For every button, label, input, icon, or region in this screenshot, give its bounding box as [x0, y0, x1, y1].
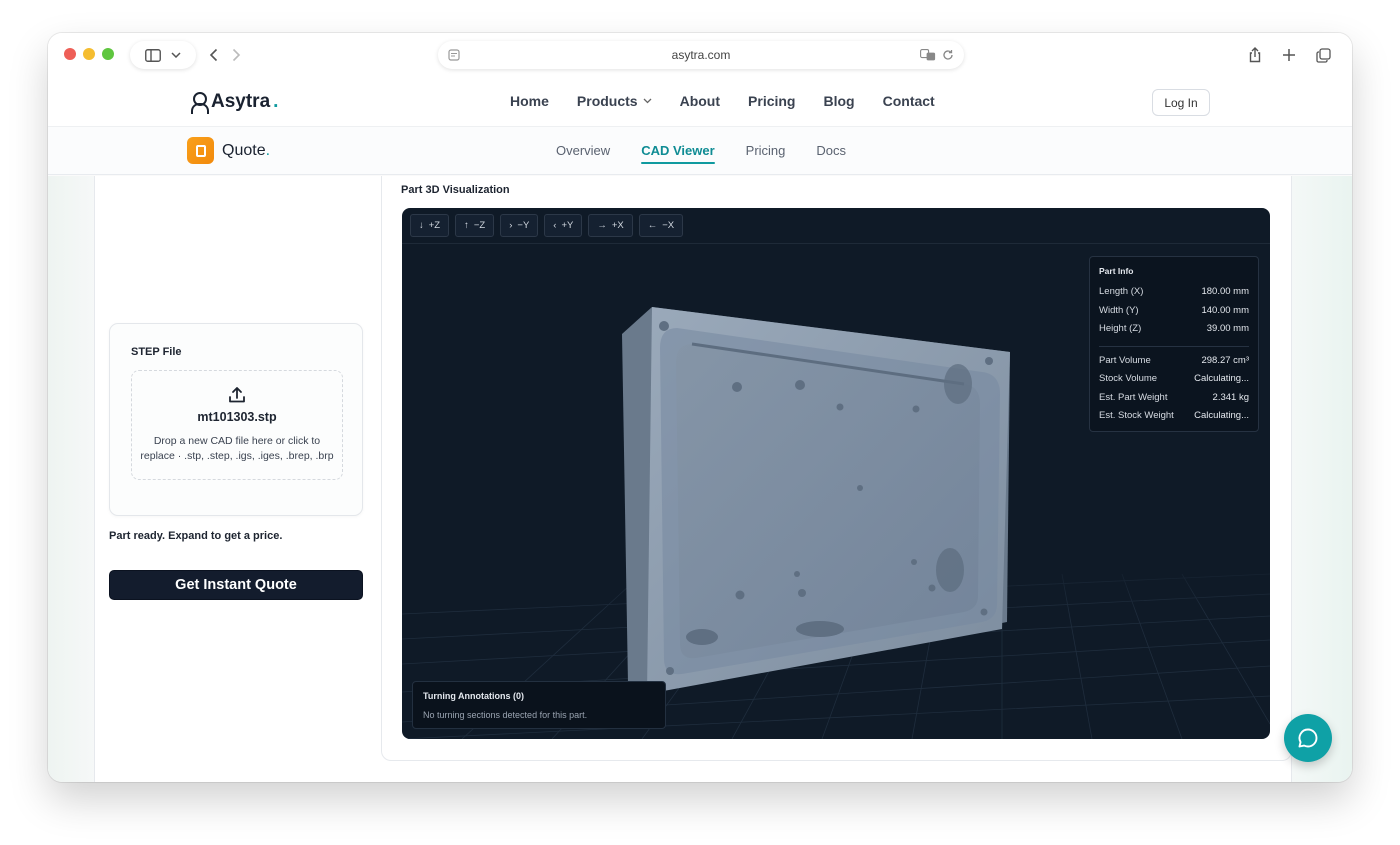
- forward-arrow-icon[interactable]: [232, 48, 241, 62]
- brand-name: Asytra: [211, 91, 271, 112]
- dropzone-help-text: Drop a new CAD file here or click to rep…: [140, 435, 334, 462]
- chevron-down-icon: [643, 98, 652, 104]
- info-row: Width (Y) 140.00 mm: [1099, 304, 1249, 316]
- view-plus-z-button[interactable]: ↓ +Z: [410, 214, 450, 237]
- file-dropzone[interactable]: mt101303.stp Drop a new CAD file here or…: [131, 370, 343, 480]
- minimize-window-button[interactable]: [83, 48, 95, 60]
- cad-viewer[interactable]: ↓ +Z ↑ −Z › −Y ‹ +Y → +X ← −X Part Info …: [402, 208, 1270, 739]
- step-file-card: STEP File mt101303.stp Drop a new CAD fi…: [109, 323, 363, 516]
- divider: [1099, 345, 1249, 347]
- browser-toolbar: asytra.com: [48, 33, 1352, 79]
- brand-logo[interactable]: Asytra.: [190, 91, 278, 114]
- tab-overview[interactable]: Overview: [556, 143, 610, 158]
- info-row: Length (X) 180.00 mm: [1099, 286, 1249, 297]
- tab-docs[interactable]: Docs: [816, 143, 846, 158]
- upload-icon: [229, 387, 245, 403]
- new-tab-icon[interactable]: [1278, 41, 1300, 69]
- back-arrow-icon[interactable]: [209, 48, 218, 62]
- address-bar[interactable]: asytra.com: [438, 41, 964, 69]
- nav-about[interactable]: About: [680, 93, 720, 109]
- view-minus-x-button[interactable]: ← −X: [638, 214, 684, 237]
- chat-bubble-icon: [1298, 728, 1318, 748]
- nav-pricing[interactable]: Pricing: [748, 93, 795, 109]
- login-button[interactable]: Log In: [1152, 89, 1210, 116]
- part-status-text: Part ready. Expand to get a price.: [109, 530, 283, 542]
- sidebar-icon: [145, 48, 161, 62]
- info-row: Height (Z) 39.00 mm: [1099, 323, 1249, 334]
- nav-contact[interactable]: Contact: [883, 93, 935, 109]
- page-menu-icon[interactable]: [448, 49, 460, 61]
- uploaded-file-name: mt101303.stp: [197, 410, 277, 424]
- sidebar-toggle-button[interactable]: [130, 41, 196, 69]
- view-minus-y-button[interactable]: › −Y: [500, 214, 539, 237]
- view-plus-y-button[interactable]: ‹ +Y: [544, 214, 583, 237]
- person-logo-icon: [190, 92, 209, 114]
- info-row: Est. Stock Weight Calculating...: [1099, 410, 1249, 421]
- cad-part-model: [622, 307, 1010, 694]
- translate-icon[interactable]: [920, 49, 936, 61]
- part-info-title: Part Info: [1099, 266, 1134, 276]
- browser-window: asytra.com Asytra. Home Products About P…: [48, 33, 1352, 782]
- close-window-button[interactable]: [64, 48, 76, 60]
- turning-annotations-text: No turning sections detected for this pa…: [423, 710, 588, 720]
- sub-navigation: Overview CAD Viewer Pricing Docs: [556, 143, 846, 164]
- app-name: Quote: [222, 141, 266, 159]
- document-icon: [187, 137, 214, 164]
- step-file-title: STEP File: [131, 346, 182, 358]
- visualization-title: Part 3D Visualization: [401, 184, 510, 196]
- main-navigation: Home Products About Pricing Blog Contact: [510, 93, 935, 109]
- nav-home[interactable]: Home: [510, 93, 549, 109]
- view-orientation-toolbar: ↓ +Z ↑ −Z › −Y ‹ +Y → +X ← −X: [402, 208, 1270, 244]
- tab-cad-viewer[interactable]: CAD Viewer: [641, 143, 716, 164]
- turning-annotations-title: Turning Annotations (0): [423, 691, 524, 701]
- info-row: Part Volume 298.27 cm³: [1099, 354, 1249, 366]
- chevron-down-icon: [171, 52, 181, 58]
- part-info-panel: Part Info Length (X) 180.00 mm Width (Y) 1…: [1089, 256, 1259, 432]
- info-row: Stock Volume Calculating...: [1099, 373, 1249, 384]
- info-row: Est. Part Weight 2.341 kg: [1099, 391, 1249, 403]
- zoom-window-button[interactable]: [102, 48, 114, 60]
- nav-blog[interactable]: Blog: [824, 93, 855, 109]
- tab-overview-icon[interactable]: [1312, 41, 1334, 69]
- history-navigation: [196, 41, 254, 69]
- share-icon[interactable]: [1244, 41, 1266, 69]
- tab-pricing[interactable]: Pricing: [746, 143, 786, 158]
- reload-icon[interactable]: [942, 49, 954, 61]
- quote-app-logo[interactable]: Quote.: [187, 137, 270, 164]
- url-text: asytra.com: [671, 48, 731, 62]
- nav-products[interactable]: Products: [577, 93, 652, 109]
- view-plus-x-button[interactable]: → +X: [588, 214, 633, 237]
- chat-button[interactable]: [1284, 714, 1332, 762]
- product-subheader: Quote. Overview CAD Viewer Pricing Docs: [48, 127, 1352, 175]
- get-instant-quote-button[interactable]: Get Instant Quote: [109, 570, 363, 600]
- site-header: Asytra. Home Products About Pricing Blog…: [48, 79, 1352, 127]
- window-controls: [64, 48, 114, 60]
- view-minus-z-button[interactable]: ↑ −Z: [455, 214, 495, 237]
- turning-annotations-panel: Turning Annotations (0) No turning secti…: [412, 681, 666, 729]
